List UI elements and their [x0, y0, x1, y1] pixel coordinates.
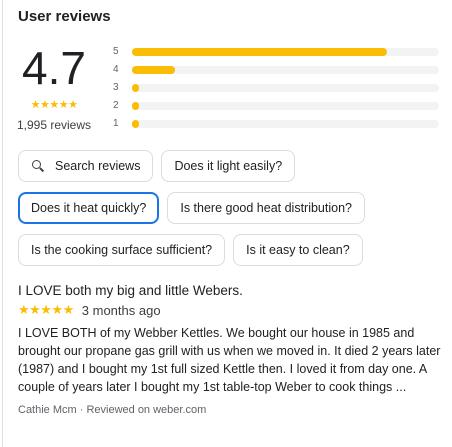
star-icon: ★ — [30, 99, 41, 111]
average-stars: ★★★★★ — [18, 98, 90, 111]
chip-light-easily[interactable]: Does it light easily? — [161, 150, 296, 182]
rating-bar-4[interactable]: 4 — [113, 62, 439, 80]
bar-label: 4 — [113, 64, 119, 75]
star-icon: ★ — [49, 99, 59, 111]
bar-label: 5 — [113, 46, 119, 57]
average-rating: 4.7 — [22, 42, 86, 94]
star-icon: ★ — [58, 99, 69, 111]
bar-fill — [132, 102, 139, 110]
bar-fill — [132, 48, 387, 56]
bar-track — [132, 102, 439, 110]
search-reviews-chip[interactable]: Search reviews — [18, 150, 154, 182]
review-count: 1,995 reviews — [16, 118, 92, 132]
chip-heat-distribution[interactable]: Is there good heat distribution? — [167, 192, 365, 224]
bar-label: 2 — [113, 100, 119, 111]
bar-track — [132, 66, 439, 74]
chip-label: Is there good heat distribution? — [180, 201, 352, 215]
chip-cooking-surface[interactable]: Is the cooking surface sufficient? — [18, 234, 226, 266]
section-title: User reviews — [18, 8, 111, 25]
chip-label: Is the cooking surface sufficient? — [31, 243, 213, 257]
bar-label: 1 — [113, 118, 119, 129]
rating-bar-3[interactable]: 3 — [113, 80, 439, 98]
chip-label: Does it light easily? — [174, 159, 283, 173]
half-star-icon: ★ — [68, 99, 78, 111]
bar-track — [132, 48, 439, 56]
bar-track — [132, 84, 439, 92]
review-source[interactable]: Cathie Mcm · Reviewed on weber.com — [18, 404, 446, 416]
rating-bar-1[interactable]: 1 — [113, 116, 439, 134]
review-meta: ★★★★★ 3 months ago — [18, 302, 446, 318]
rating-bar-2[interactable]: 2 — [113, 98, 439, 116]
search-icon — [31, 159, 45, 173]
chip-heat-quickly[interactable]: Does it heat quickly? — [18, 192, 160, 224]
chip-label: Search reviews — [55, 159, 141, 173]
panel-border — [2, 0, 3, 447]
review-card: I LOVE both my big and little Webers. ★★… — [18, 283, 446, 416]
bar-fill — [132, 66, 175, 74]
rating-bar-5[interactable]: 5 — [113, 44, 439, 62]
bar-fill — [132, 84, 139, 92]
star-icon: ★ — [39, 99, 50, 111]
review-stars-icon: ★★★★★ — [18, 302, 74, 317]
chip-label: Does it heat quickly? — [31, 201, 147, 215]
review-body: I LOVE BOTH of my Webber Kettles. We bou… — [18, 326, 441, 394]
chip-label: Is it easy to clean? — [246, 243, 350, 257]
rating-distribution: 5 4 3 2 1 — [113, 44, 439, 134]
bar-label: 3 — [113, 82, 119, 93]
bar-fill — [132, 120, 139, 128]
review-time: 3 months ago — [81, 302, 161, 318]
bar-track — [132, 120, 439, 128]
review-topic-chips: Search reviews Does it light easily? Doe… — [18, 150, 448, 276]
review-title[interactable]: I LOVE both my big and little Webers. — [18, 283, 446, 298]
chip-easy-to-clean[interactable]: Is it easy to clean? — [233, 234, 363, 266]
